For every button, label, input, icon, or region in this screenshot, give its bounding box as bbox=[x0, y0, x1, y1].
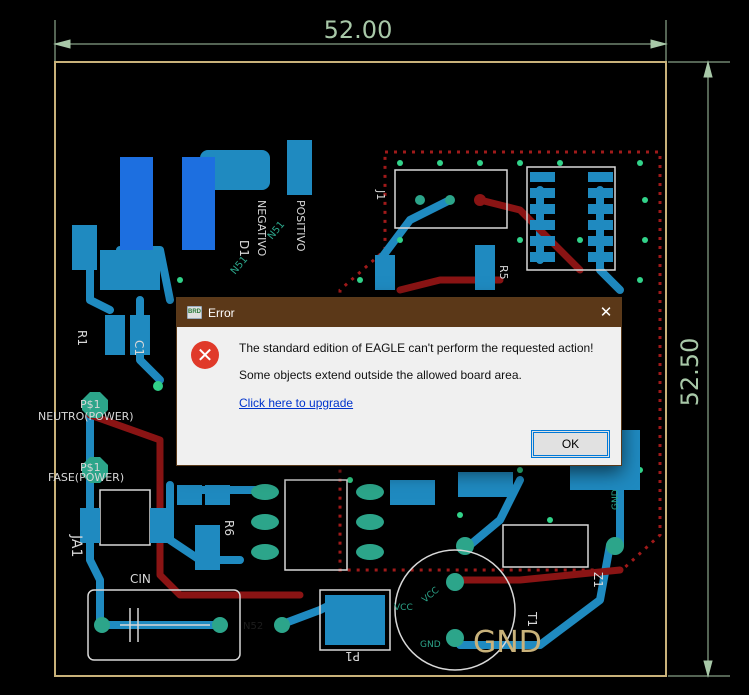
height-dimension-label: 52.50 bbox=[676, 338, 704, 407]
label-positivo: POSITIVO bbox=[294, 200, 307, 252]
label-r5: R5 bbox=[497, 265, 510, 280]
label-p1: P1 bbox=[345, 649, 360, 663]
label-n51-a: N51 bbox=[229, 254, 250, 277]
label-vcc-a: VCC bbox=[394, 603, 413, 613]
label-r6: R6 bbox=[222, 520, 236, 536]
label-ps1-a: P$1 bbox=[80, 398, 101, 411]
label-gnd-small: GND bbox=[420, 640, 441, 650]
upgrade-link[interactable]: Click here to upgrade bbox=[239, 396, 353, 410]
label-c1: C1 bbox=[132, 340, 146, 356]
ok-button[interactable]: OK bbox=[531, 430, 610, 458]
label-t1: T1 bbox=[525, 611, 539, 627]
label-d1: D1 bbox=[237, 240, 251, 257]
error-detail: Some objects extend outside the allowed … bbox=[239, 368, 522, 382]
close-icon[interactable]: ✕ bbox=[591, 298, 621, 327]
selected-parts bbox=[120, 157, 215, 250]
label-n51-b: N51 bbox=[266, 219, 287, 242]
error-icon: ✕ bbox=[191, 341, 219, 369]
width-dimension-label: 52.00 bbox=[324, 16, 393, 44]
label-cin: CIN bbox=[130, 572, 151, 586]
dialog-titlebar[interactable]: BRD Error ✕ bbox=[177, 298, 621, 327]
label-gnd-big: GND bbox=[473, 625, 542, 660]
eagle-app-icon: BRD bbox=[187, 306, 202, 319]
error-message: The standard edition of EAGLE can't perf… bbox=[239, 341, 594, 355]
label-j1: J1 bbox=[374, 189, 387, 200]
dialog-title: Error bbox=[208, 306, 235, 320]
label-neutro-power: NEUTRO(POWER) bbox=[38, 410, 134, 423]
dialog-body: ✕ The standard edition of EAGLE can't pe… bbox=[177, 327, 621, 465]
label-z1: Z1 bbox=[591, 572, 605, 588]
label-r1: R1 bbox=[75, 330, 89, 346]
label-gnd-side: GND bbox=[611, 489, 621, 510]
label-vcc-b: VCC bbox=[421, 586, 442, 606]
label-negativo: NEGATIVO bbox=[255, 200, 268, 257]
error-dialog: BRD Error ✕ ✕ The standard edition of EA… bbox=[176, 297, 622, 466]
label-ps1-b: P$1 bbox=[80, 461, 101, 474]
label-n52: N52 bbox=[243, 621, 263, 632]
label-ja1: JA1 bbox=[68, 534, 84, 557]
